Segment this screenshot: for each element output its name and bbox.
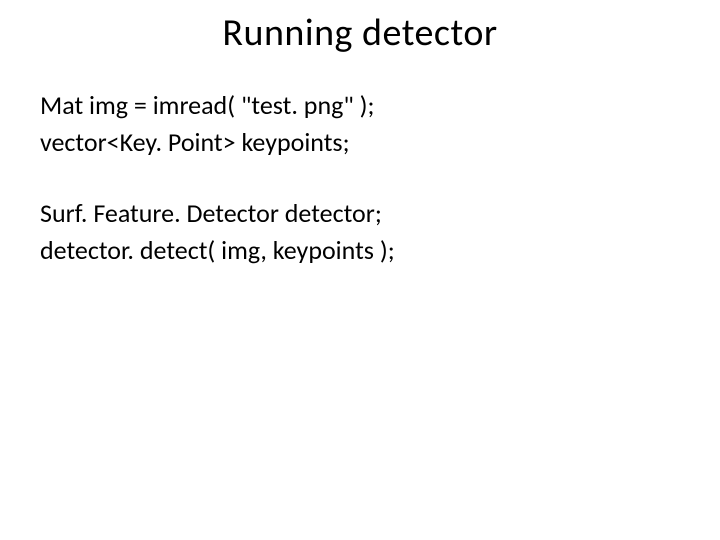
code-line-2: vector<Key. Point> keypoints;: [40, 125, 680, 160]
slide-container: Running detector Mat img = imread( "test…: [0, 0, 720, 540]
code-line-3: Surf. Feature. Detector detector;: [40, 196, 680, 231]
code-line-1: Mat img = imread( "test. png" );: [40, 88, 680, 123]
blank-line: [40, 162, 680, 196]
slide-title: Running detector: [40, 10, 680, 56]
slide-body: Mat img = imread( "test. png" ); vector<…: [40, 88, 680, 268]
code-line-4: detector. detect( img, keypoints );: [40, 233, 680, 268]
